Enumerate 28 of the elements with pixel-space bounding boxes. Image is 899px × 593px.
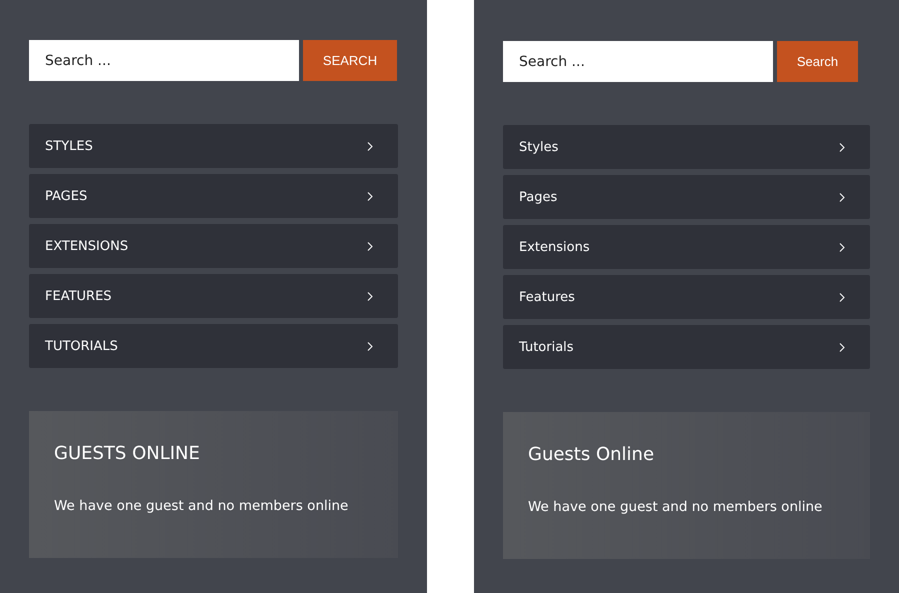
chevron-right-icon — [367, 192, 373, 200]
search-field[interactable]: Search ... — [29, 40, 299, 81]
chevron-right-icon — [839, 242, 845, 252]
menu-item[interactable]: STYLES — [29, 124, 398, 168]
chevron-right-icon — [839, 342, 845, 352]
menu-item[interactable]: FEATURES — [29, 274, 398, 318]
chevron-right-icon — [367, 242, 373, 250]
menu-item[interactable]: EXTENSIONS — [29, 224, 398, 268]
menu-item[interactable]: Tutorials — [503, 325, 870, 369]
menu-item[interactable]: Styles — [503, 125, 870, 169]
chevron-right-icon — [367, 142, 373, 150]
menu-item[interactable]: PAGES — [29, 174, 398, 218]
widget-text: We have one guest and no members online — [528, 499, 824, 515]
chevron-right-icon — [839, 192, 845, 202]
chevron-right-icon — [367, 342, 373, 350]
search-field[interactable]: Search ... — [503, 41, 773, 82]
menu-item[interactable]: TUTORIALS — [29, 324, 398, 368]
search-button[interactable]: SEARCH — [303, 40, 397, 81]
menu-item[interactable]: Pages — [503, 175, 870, 219]
chevron-right-icon — [839, 292, 845, 302]
chevron-right-icon — [839, 142, 845, 152]
widget-title: Guests Online — [528, 444, 656, 465]
widget-text: We have one guest and no members online — [54, 498, 350, 514]
widget-title: GUESTS ONLINE — [54, 443, 201, 464]
menu-item[interactable]: Features — [503, 275, 870, 319]
menu-item[interactable]: Extensions — [503, 225, 870, 269]
chevron-right-icon — [367, 292, 373, 300]
search-button[interactable]: Search — [777, 41, 858, 82]
